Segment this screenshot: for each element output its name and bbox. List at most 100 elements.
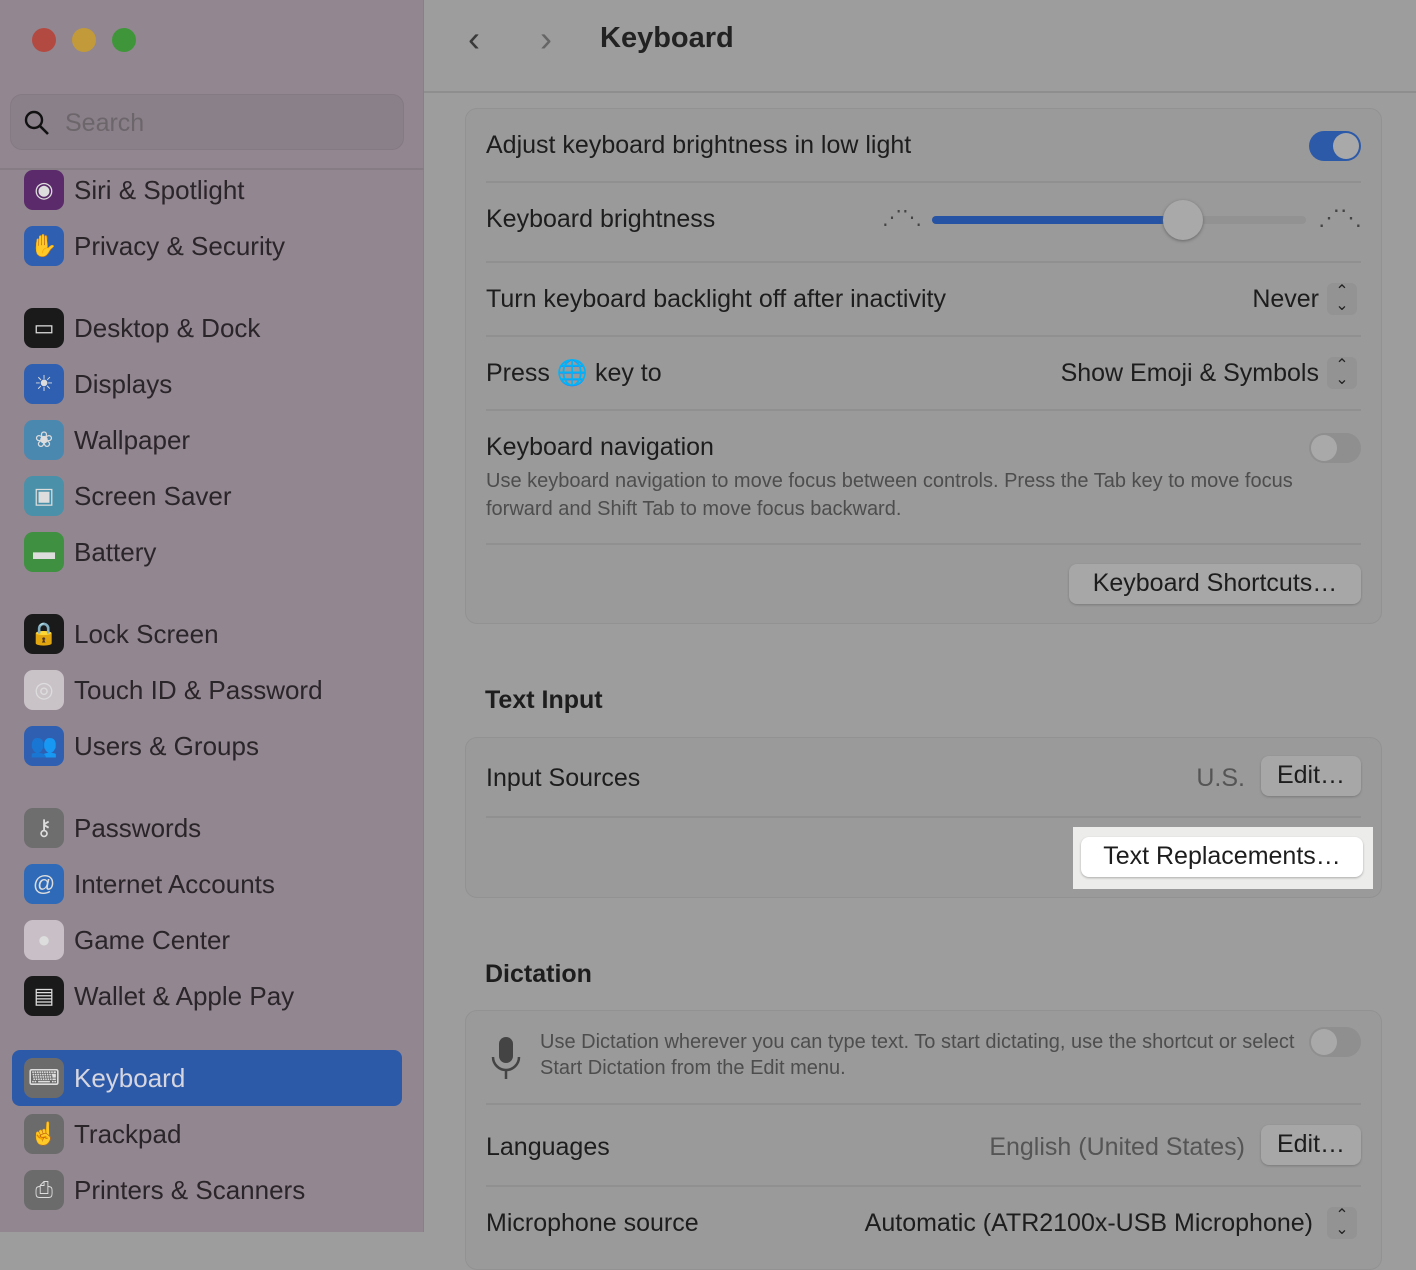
slider-knob[interactable] — [1162, 200, 1203, 240]
minimize-button[interactable] — [72, 28, 96, 52]
sidebar-item-passwords[interactable]: ⚷ Passwords — [12, 800, 402, 856]
highlight-region: Text Replacements… — [1073, 827, 1373, 889]
toolbar: ‹ › Keyboard — [424, 0, 1416, 93]
sidebar-item-label: Internet Accounts — [74, 868, 275, 899]
sidebar-item-label: Displays — [74, 368, 173, 399]
input-sources-value: U.S. — [1196, 764, 1245, 792]
search-input[interactable]: Search — [10, 94, 404, 150]
zoom-button[interactable] — [112, 28, 136, 52]
keyboard-navigation-label: Keyboard navigation — [486, 433, 714, 461]
sidebar: Search ◉ Siri & Spotlight ✋ Privacy & Secur… — [0, 0, 424, 1232]
keyboard-brightness-label: Keyboard brightness — [486, 205, 716, 233]
brightness-slider[interactable] — [932, 200, 1306, 240]
keyboard-icon: ⌨ — [24, 1058, 64, 1098]
sidebar-item-label: Screen Saver — [74, 480, 232, 511]
languages-label: Languages — [486, 1133, 610, 1161]
sidebar-item-screen-saver[interactable]: ▣ Screen Saver — [12, 468, 402, 524]
backlight-label: Turn keyboard backlight off after inacti… — [486, 285, 946, 313]
dictation-heading: Dictation — [485, 960, 592, 988]
brightness-low-icon: ⋰⋱ — [882, 207, 922, 229]
sun-icon: ☀ — [24, 364, 64, 404]
siri-icon: ◉ — [24, 170, 64, 210]
updown-chevron-icon[interactable]: ⌃ ⌄ — [1327, 1207, 1357, 1239]
forward-button[interactable]: › — [540, 18, 552, 60]
at-icon: @ — [24, 864, 64, 904]
globe-key-value[interactable]: Show Emoji & Symbols — [1061, 359, 1319, 388]
brightness-high-icon: ⋰⋱ — [1318, 205, 1362, 230]
search-placeholder: Search — [65, 109, 145, 137]
sidebar-item-keyboard[interactable]: ⌨ Keyboard — [12, 1050, 402, 1106]
wallet-icon: ▤ — [24, 976, 64, 1016]
divider — [486, 816, 1361, 818]
updown-chevron-icon[interactable]: ⌃ ⌄ — [1327, 283, 1357, 315]
globe-label-pre: Press — [486, 359, 550, 387]
text-input-card: Input Sources U.S. Edit… Text Replacemen… — [465, 737, 1382, 898]
input-sources-label: Input Sources — [486, 764, 641, 792]
dock-icon: ▭ — [24, 308, 64, 348]
sidebar-item-privacy-security[interactable]: ✋ Privacy & Security — [12, 218, 402, 274]
sidebar-item-wallet-apple-pay[interactable]: ▤ Wallet & Apple Pay — [12, 968, 402, 1024]
sidebar-item-game-center[interactable]: ● Game Center — [12, 912, 402, 968]
search-icon — [24, 110, 49, 135]
dictation-toggle[interactable] — [1309, 1027, 1361, 1057]
sidebar-item-displays[interactable]: ☀ Displays — [12, 356, 402, 412]
microphone-source-label: Microphone source — [486, 1209, 699, 1237]
divider — [486, 1185, 1361, 1187]
sidebar-item-label: Desktop & Dock — [74, 312, 261, 343]
lock-icon: 🔒 — [24, 614, 64, 654]
game-center-icon: ● — [24, 920, 64, 960]
updown-chevron-icon[interactable]: ⌃ ⌄ — [1327, 357, 1357, 389]
printer-icon: ⎙ — [24, 1170, 64, 1210]
fingerprint-icon: ◎ — [24, 670, 64, 710]
dictation-card: Use Dictation wherever you can type text… — [465, 1010, 1382, 1270]
sidebar-item-label: Battery — [74, 536, 157, 567]
input-sources-edit-button[interactable]: Edit… — [1261, 756, 1361, 796]
trackpad-icon: ☝ — [24, 1114, 64, 1154]
sidebar-item-label: Keyboard — [74, 1062, 186, 1093]
divider — [486, 261, 1361, 263]
sidebar-item-lock-screen[interactable]: 🔒 Lock Screen — [12, 606, 402, 662]
microphone-icon — [491, 1037, 521, 1079]
divider — [486, 335, 1361, 337]
sidebar-item-wallpaper[interactable]: ❀ Wallpaper — [12, 412, 402, 468]
sidebar-item-label: Wallet & Apple Pay — [74, 980, 295, 1011]
sidebar-item-desktop-dock[interactable]: ▭ Desktop & Dock — [12, 300, 402, 356]
text-replacements-button[interactable]: Text Replacements… — [1081, 837, 1363, 877]
keyboard-navigation-toggle[interactable] — [1309, 433, 1361, 463]
back-button[interactable]: ‹ — [468, 18, 480, 60]
languages-edit-button[interactable]: Edit… — [1261, 1125, 1361, 1165]
sidebar-item-battery[interactable]: ▬ Battery — [12, 524, 402, 580]
sidebar-item-touch-id-password[interactable]: ◎ Touch ID & Password — [12, 662, 402, 718]
sidebar-item-label: Wallpaper — [74, 424, 191, 455]
divider — [486, 409, 1361, 411]
globe-label-post: key to — [594, 359, 662, 387]
flower-icon: ❀ — [24, 420, 64, 460]
sidebar-item-internet-accounts[interactable]: @ Internet Accounts — [12, 856, 402, 912]
sidebar-item-label: Trackpad — [74, 1118, 182, 1149]
users-icon: 👥 — [24, 726, 64, 766]
sidebar-item-siri-spotlight[interactable]: ◉ Siri & Spotlight — [12, 162, 402, 218]
adjust-brightness-label: Adjust keyboard brightness in low light — [486, 131, 912, 159]
sidebar-item-printers-scanners[interactable]: ⎙ Printers & Scanners — [12, 1162, 402, 1218]
divider — [486, 543, 1361, 545]
sidebar-item-label: Game Center — [74, 924, 231, 955]
divider — [486, 1103, 1361, 1105]
sidebar-item-label: Users & Groups — [74, 730, 259, 761]
keyboard-settings-card: Adjust keyboard brightness in low light … — [465, 108, 1382, 624]
sidebar-item-label: Lock Screen — [74, 618, 219, 649]
sidebar-item-users-groups[interactable]: 👥 Users & Groups — [12, 718, 402, 774]
adjust-brightness-toggle[interactable] — [1309, 131, 1361, 161]
keyboard-navigation-description: Use keyboard navigation to move focus be… — [486, 470, 1293, 520]
sidebar-item-label: Privacy & Security — [74, 230, 285, 261]
backlight-value[interactable]: Never — [1252, 285, 1319, 314]
close-button[interactable] — [32, 28, 56, 52]
sidebar-item-label: Passwords — [74, 812, 202, 843]
divider — [486, 181, 1361, 183]
battery-icon: ▬ — [24, 532, 64, 572]
hand-icon: ✋ — [24, 226, 64, 266]
keyboard-shortcuts-button[interactable]: Keyboard Shortcuts… — [1069, 564, 1361, 604]
sidebar-item-label: Printers & Scanners — [74, 1174, 306, 1205]
microphone-source-value[interactable]: Automatic (ATR2100x-USB Microphone) — [865, 1209, 1313, 1238]
sidebar-item-trackpad[interactable]: ☝ Trackpad — [12, 1106, 402, 1162]
globe-icon: 🌐 — [556, 359, 588, 387]
